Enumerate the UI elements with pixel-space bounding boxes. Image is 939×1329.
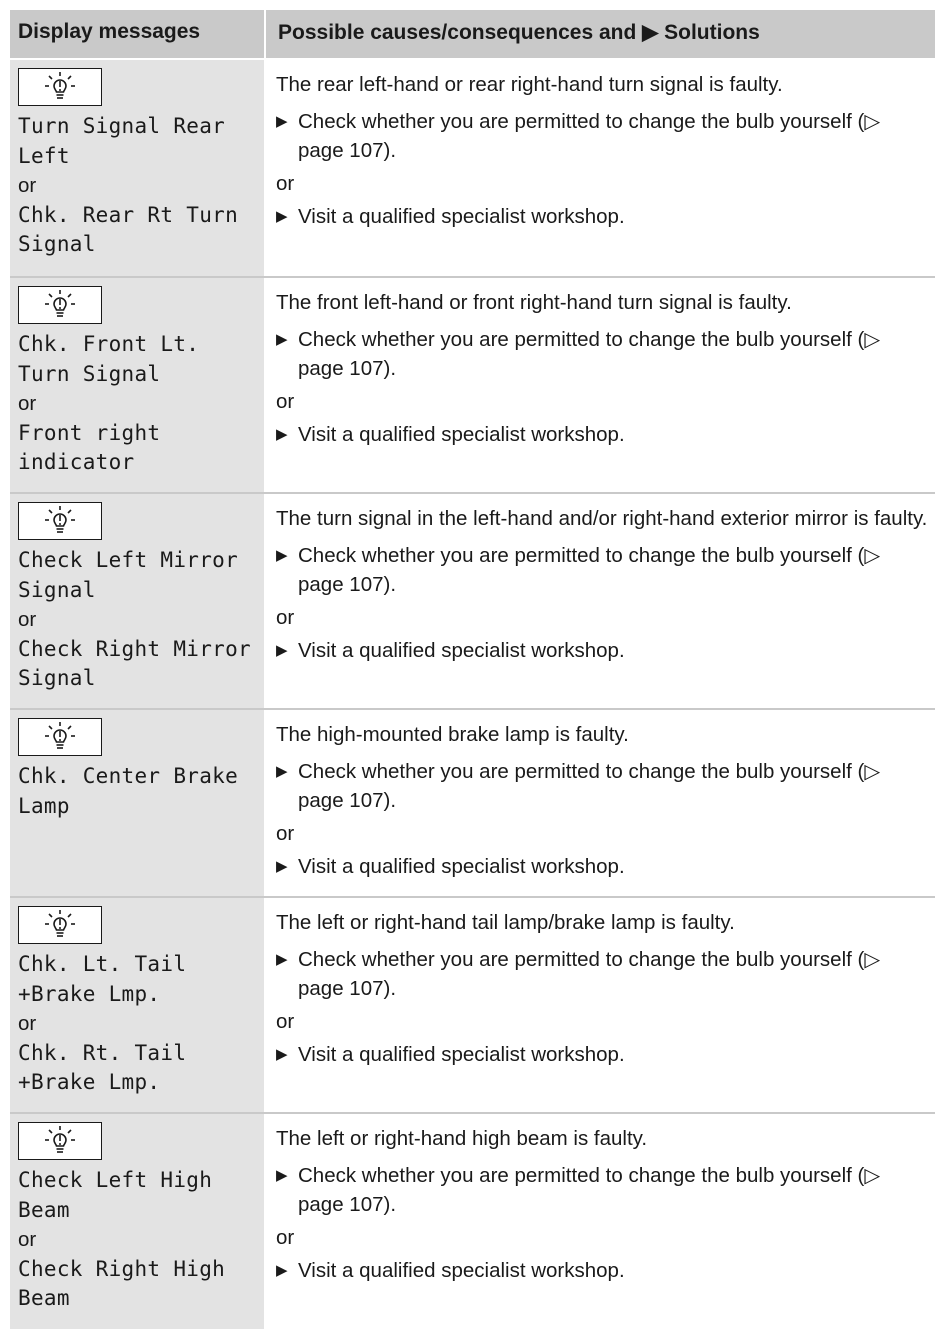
solution-step: ▶ Check whether you are permitted to chan… bbox=[276, 325, 929, 383]
or-label: or bbox=[18, 1012, 37, 1035]
header-display-messages: Display messages bbox=[18, 20, 201, 43]
step-text: Check whether you are permitted to chang… bbox=[298, 110, 881, 162]
solution-step: ▶ Check whether you are permitted to chan… bbox=[276, 757, 929, 815]
display-message-cell: Chk. Lt. Tail +Brake Lmp. or Chk. Rt. Ta… bbox=[10, 898, 264, 1112]
solution-step: ▶ Check whether you are permitted to chan… bbox=[276, 1161, 929, 1219]
or-label: or bbox=[276, 172, 295, 195]
display-message-cell: Check Left Mirror Signal or Check Right … bbox=[10, 494, 264, 708]
cause-text: The turn signal in the left-hand and/or … bbox=[276, 507, 928, 530]
message-text: Check Left High Beam bbox=[18, 1168, 213, 1222]
cause-text: The left or right-hand tail lamp/brake l… bbox=[276, 911, 735, 934]
step-text: Check whether you are permitted to chang… bbox=[298, 760, 881, 812]
triangle-bullet-icon: ▶ bbox=[276, 1262, 288, 1279]
bulb-warning-icon bbox=[18, 502, 102, 540]
step-text: Visit a qualified specialist workshop. bbox=[298, 1259, 625, 1282]
header-causes-solutions: Possible causes/consequences and ▶ Solut… bbox=[264, 10, 935, 58]
message-text: Check Right Mirror Signal bbox=[18, 636, 251, 691]
or-label: or bbox=[18, 392, 37, 415]
solution-step: ▶ Visit a qualified specialist workshop. bbox=[276, 420, 929, 449]
table-row: Turn Signal Rear Left or Chk. Rear Rt Tu… bbox=[10, 60, 935, 278]
solution-cell: The high-mounted brake lamp is faulty. ▶… bbox=[264, 710, 935, 896]
solution-step: ▶ Visit a qualified specialist workshop. bbox=[276, 202, 929, 231]
triangle-bullet-icon: ▶ bbox=[276, 1167, 288, 1184]
solution-step: ▶ Visit a qualified specialist workshop. bbox=[276, 852, 929, 881]
bulb-warning-icon bbox=[18, 286, 102, 324]
triangle-bullet-icon: ▶ bbox=[276, 951, 288, 968]
solution-cell: The front left-hand or front right-hand … bbox=[264, 278, 935, 492]
triangle-bullet-icon: ▶ bbox=[276, 547, 288, 564]
step-text: Check whether you are permitted to chang… bbox=[298, 544, 881, 596]
message-table: Display messages Possible causes/consequ… bbox=[10, 10, 935, 1329]
triangle-bullet-icon: ▶ bbox=[276, 1046, 288, 1063]
message-text: Check Right High Beam bbox=[18, 1256, 226, 1311]
or-label: or bbox=[276, 1010, 295, 1033]
message-text: Chk. Center Brake Lamp bbox=[18, 764, 239, 818]
cause-text: The left or right-hand high beam is faul… bbox=[276, 1127, 648, 1150]
triangle-bullet-icon: ▶ bbox=[276, 642, 288, 659]
step-text: Visit a qualified specialist workshop. bbox=[298, 855, 625, 878]
solution-step: ▶ Visit a qualified specialist workshop. bbox=[276, 1256, 929, 1285]
solution-step: ▶ Check whether you are permitted to chan… bbox=[276, 541, 929, 599]
or-label: or bbox=[276, 822, 295, 845]
step-text: Check whether you are permitted to chang… bbox=[298, 1164, 881, 1216]
message-text: Front right indicator bbox=[18, 420, 161, 475]
solution-cell: The left or right-hand high beam is faul… bbox=[264, 1114, 935, 1329]
step-text: Check whether you are permitted to chang… bbox=[298, 328, 881, 380]
or-label: or bbox=[276, 390, 295, 413]
solution-cell: The rear left-hand or rear right-hand tu… bbox=[264, 60, 935, 276]
table-row: Check Left Mirror Signal or Check Right … bbox=[10, 494, 935, 710]
triangle-bullet-icon: ▶ bbox=[276, 113, 288, 130]
triangle-bullet-icon: ▶ bbox=[276, 426, 288, 443]
cause-text: The front left-hand or front right-hand … bbox=[276, 291, 792, 314]
solution-step: ▶ Visit a qualified specialist workshop. bbox=[276, 636, 929, 665]
display-message-cell: Chk. Front Lt. Turn Signal or Front righ… bbox=[10, 278, 264, 492]
bulb-warning-icon bbox=[18, 906, 102, 944]
display-message-cell: Chk. Center Brake Lamp bbox=[10, 710, 264, 896]
cause-text: The rear left-hand or rear right-hand tu… bbox=[276, 73, 783, 96]
table-row: Chk. Front Lt. Turn Signal or Front righ… bbox=[10, 278, 935, 494]
triangle-bullet-icon: ▶ bbox=[276, 208, 288, 225]
table-row: Check Left High Beam or Check Right High… bbox=[10, 1114, 935, 1329]
triangle-bullet-icon: ▶ bbox=[276, 858, 288, 875]
or-label: or bbox=[18, 608, 37, 631]
solution-step: ▶ Visit a qualified specialist workshop. bbox=[276, 1040, 929, 1069]
step-text: Visit a qualified specialist workshop. bbox=[298, 1043, 625, 1066]
step-text: Check whether you are permitted to chang… bbox=[298, 948, 881, 1000]
display-message-cell: Check Left High Beam or Check Right High… bbox=[10, 1114, 264, 1329]
message-text: Check Left Mirror Signal bbox=[18, 548, 239, 602]
table-row: Chk. Lt. Tail +Brake Lmp. or Chk. Rt. Ta… bbox=[10, 898, 935, 1114]
table-row: Chk. Center Brake Lamp The high-mounted … bbox=[10, 710, 935, 898]
or-label: or bbox=[276, 606, 295, 629]
display-message-cell: Turn Signal Rear Left or Chk. Rear Rt Tu… bbox=[10, 60, 264, 276]
message-text: Chk. Rt. Tail +Brake Lmp. bbox=[18, 1040, 187, 1095]
or-label: or bbox=[18, 1228, 37, 1251]
message-text: Chk. Lt. Tail +Brake Lmp. bbox=[18, 952, 187, 1006]
bulb-warning-icon bbox=[18, 1122, 102, 1160]
message-text: Chk. Rear Rt Turn Signal bbox=[18, 202, 239, 257]
or-label: or bbox=[18, 174, 37, 197]
step-text: Visit a qualified specialist workshop. bbox=[298, 205, 625, 228]
solution-cell: The turn signal in the left-hand and/or … bbox=[264, 494, 935, 708]
solution-cell: The left or right-hand tail lamp/brake l… bbox=[264, 898, 935, 1112]
table-header: Display messages Possible causes/consequ… bbox=[10, 10, 935, 60]
message-text: Chk. Front Lt. Turn Signal bbox=[18, 332, 200, 386]
triangle-bullet-icon: ▶ bbox=[276, 763, 288, 780]
solution-step: ▶ Check whether you are permitted to chan… bbox=[276, 945, 929, 1003]
triangle-bullet-icon: ▶ bbox=[276, 331, 288, 348]
bulb-warning-icon bbox=[18, 718, 102, 756]
or-label: or bbox=[276, 1226, 295, 1249]
bulb-warning-icon bbox=[18, 68, 102, 106]
step-text: Visit a qualified specialist workshop. bbox=[298, 423, 625, 446]
solution-step: ▶ Check whether you are permitted to chan… bbox=[276, 107, 929, 165]
message-text: Turn Signal Rear Left bbox=[18, 114, 226, 168]
cause-text: The high-mounted brake lamp is faulty. bbox=[276, 723, 629, 746]
step-text: Visit a qualified specialist workshop. bbox=[298, 639, 625, 662]
